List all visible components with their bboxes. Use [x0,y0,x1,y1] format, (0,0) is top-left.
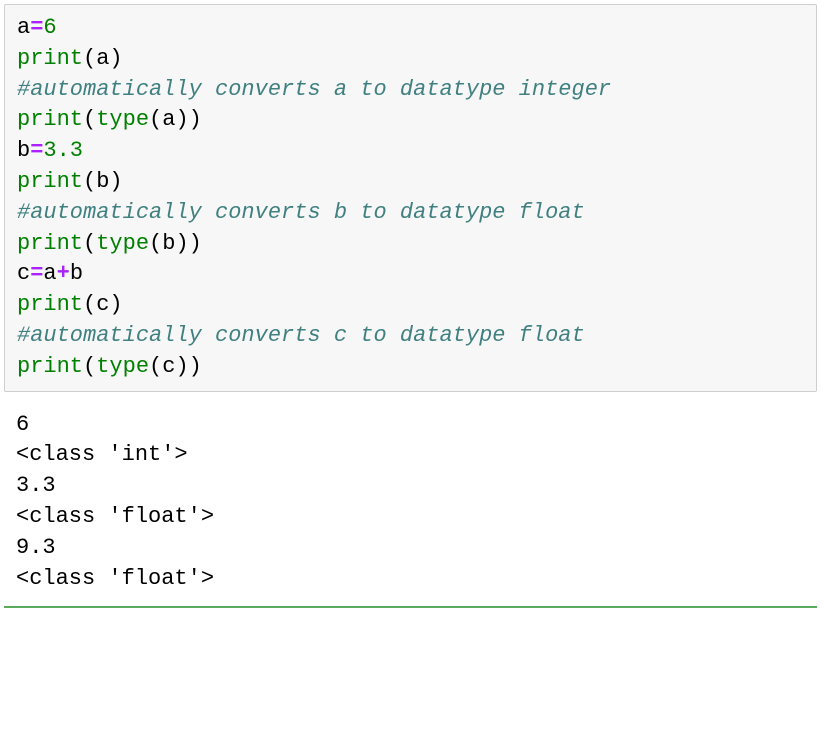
code-line: print(type(b)) [17,229,804,260]
code-token: type [96,231,149,256]
code-comment: #automatically converts c to datatype fl… [17,323,585,348]
code-token: ) [189,107,202,132]
output-line: 3.3 [16,471,805,502]
code-token: b [70,261,83,286]
code-line: a=6 [17,13,804,44]
code-line: c=a+b [17,259,804,290]
code-token: type [96,107,149,132]
code-line: print(c) [17,290,804,321]
code-input-cell[interactable]: a=6 print(a) #automatically converts a t… [4,4,817,392]
code-token: a [17,15,30,40]
code-token: + [57,261,70,286]
code-token: print [17,231,83,256]
code-token: ( [83,292,96,317]
code-line: print(b) [17,167,804,198]
code-token: a [43,261,56,286]
code-token: ) [175,354,188,379]
code-token: b [96,169,109,194]
code-token: ) [175,107,188,132]
code-token: ( [83,169,96,194]
code-token: ) [109,292,122,317]
code-token: ) [109,46,122,71]
code-line: #automatically converts c to datatype fl… [17,321,804,352]
code-line: print(type(a)) [17,105,804,136]
code-token: print [17,169,83,194]
code-token: c [96,292,109,317]
code-token: a [96,46,109,71]
code-token: print [17,46,83,71]
code-token: ( [149,107,162,132]
code-token: ) [189,354,202,379]
code-token: b [17,138,30,163]
code-token: type [96,354,149,379]
code-token: = [30,138,43,163]
code-token: ( [83,354,96,379]
code-token: 6 [43,15,56,40]
code-token: ( [83,107,96,132]
code-line: #automatically converts a to datatype in… [17,75,804,106]
code-token: c [17,261,30,286]
code-token: ( [149,354,162,379]
code-token: = [30,261,43,286]
code-line: print(type(c)) [17,352,804,383]
code-line: print(a) [17,44,804,75]
code-token: 3.3 [43,138,83,163]
code-token: ( [83,46,96,71]
code-token: print [17,292,83,317]
code-token: print [17,354,83,379]
divider [4,606,817,608]
code-line: b=3.3 [17,136,804,167]
code-token: ( [149,231,162,256]
output-line: 6 [16,410,805,441]
code-token: ) [189,231,202,256]
output-line: <class 'float'> [16,502,805,533]
output-line: <class 'int'> [16,440,805,471]
code-token: ) [175,231,188,256]
code-comment: #automatically converts b to datatype fl… [17,200,585,225]
output-line: 9.3 [16,533,805,564]
code-token: c [162,354,175,379]
code-token: = [30,15,43,40]
code-token: a [162,107,175,132]
code-line: #automatically converts b to datatype fl… [17,198,804,229]
code-token: ) [109,169,122,194]
code-token: ( [83,231,96,256]
output-line: <class 'float'> [16,564,805,595]
code-comment: #automatically converts a to datatype in… [17,77,611,102]
code-output-cell: 6 <class 'int'> 3.3 <class 'float'> 9.3 … [4,406,817,601]
code-token: print [17,107,83,132]
code-token: b [162,231,175,256]
